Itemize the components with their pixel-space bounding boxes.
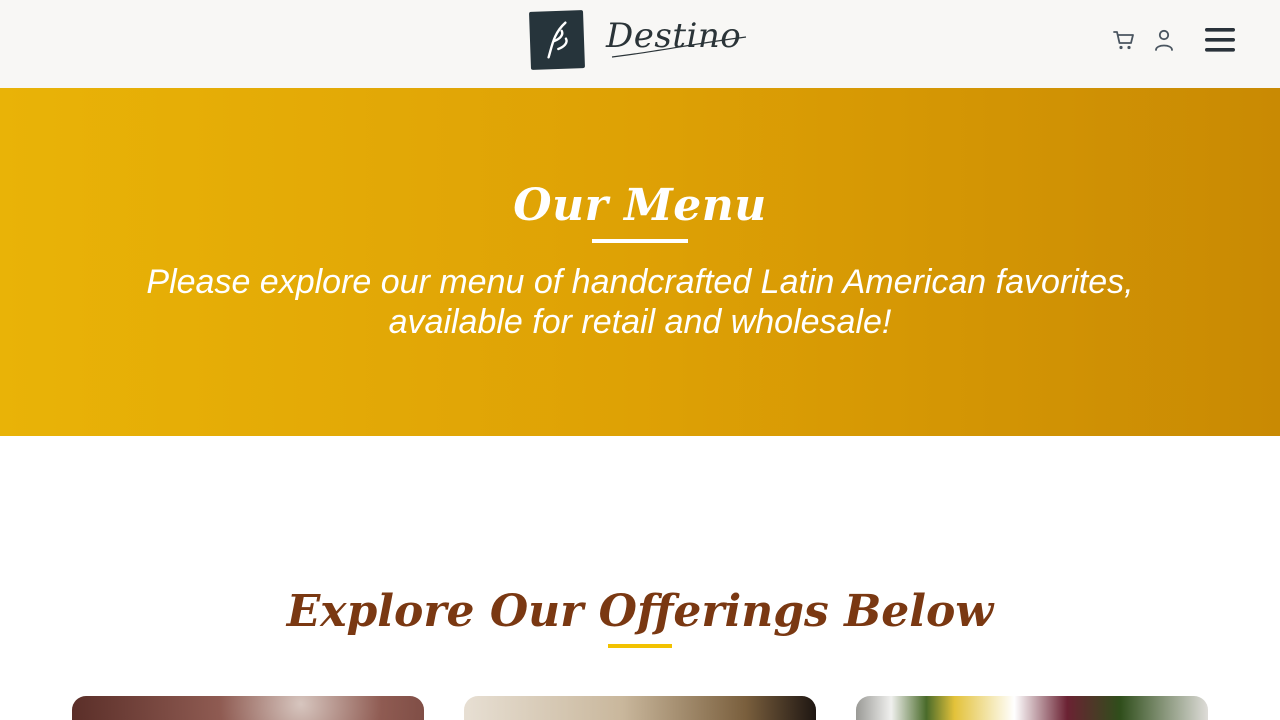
account-button[interactable] [1150,26,1178,54]
cart-icon [1113,31,1134,50]
hero-banner: Our Menu Please explore our menu of hand… [0,88,1280,436]
hero-title: Our Menu [513,180,767,231]
menu-card-chocolate-dessert[interactable] [72,696,424,720]
user-icon [1155,29,1173,51]
offerings-title: Explore Our Offerings Below [286,586,994,637]
menu-card-salad[interactable] [856,696,1208,720]
hero-title-underline [592,239,688,243]
offerings-title-underline [608,644,672,648]
hamburger-menu-icon [1205,28,1235,52]
cart-button[interactable] [1110,26,1138,54]
menu-button[interactable] [1202,24,1238,56]
brand-logo[interactable]: Destino [529,10,750,70]
hero-subtitle: Please explore our menu of handcrafted L… [146,263,1134,341]
site-header: Destino [0,0,1280,88]
brand-logo-icon [529,10,585,70]
menu-card-empanadas[interactable] [464,696,816,720]
